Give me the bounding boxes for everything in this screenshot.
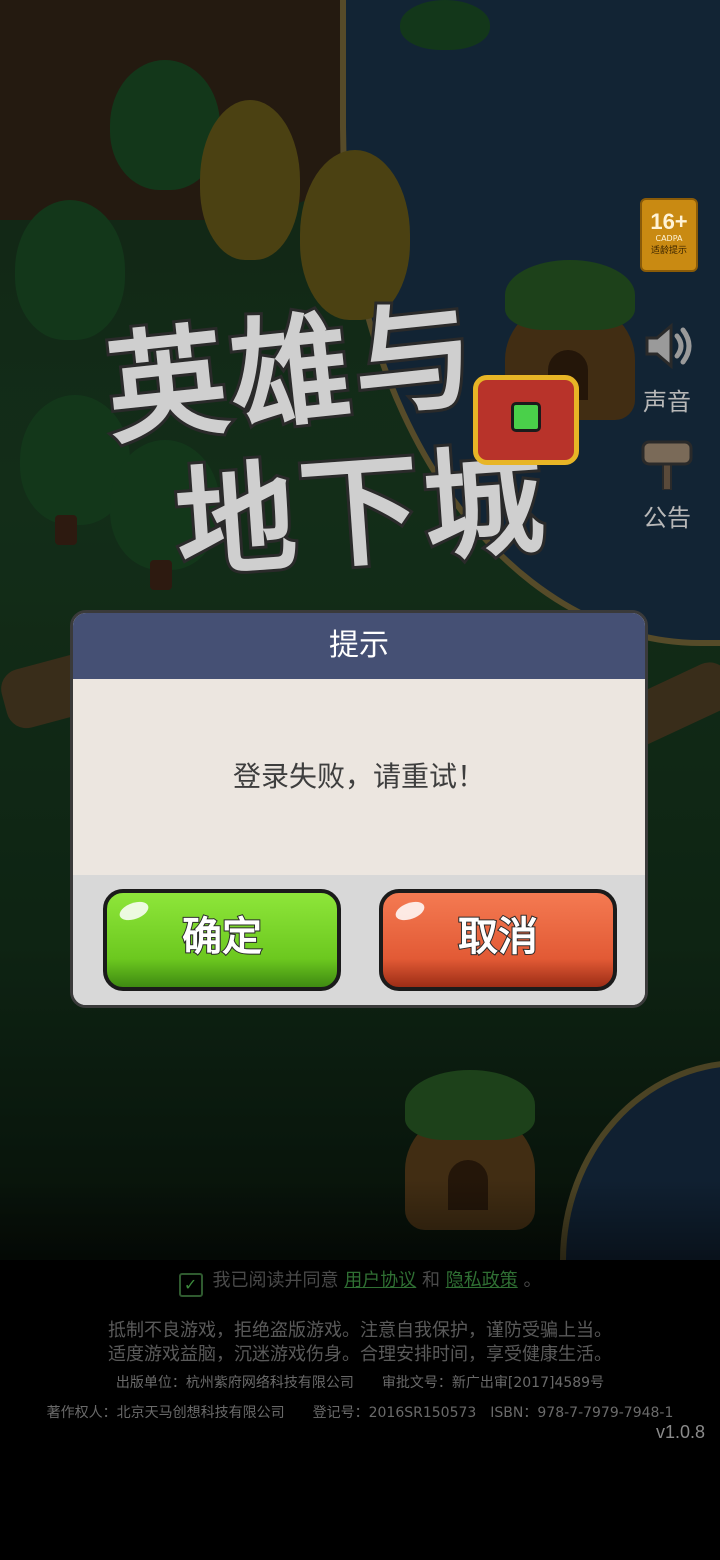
copyright-info: 著作权人：北京天马创想科技有限公司 登记号：2016SR150573 ISBN：… (46, 1405, 674, 1421)
dialog-message: 登录失败，请重试！ (73, 679, 645, 875)
dialog-title: 提示 (73, 613, 645, 679)
button-shine (117, 898, 151, 924)
version-label: v1.0.8 (655, 1422, 705, 1442)
agree-prefix: 我已阅读并同意 (212, 1270, 339, 1291)
signpost-icon (641, 440, 693, 491)
agreement-row: ✓ 我已阅读并同意 用户协议 和 隐私政策 。 (0, 1266, 720, 1297)
publisher-info: 出版单位：杭州紫府网络科技有限公司 审批文号：新广出审[2017]4589号 (115, 1375, 605, 1391)
sound-button[interactable]: 声音 (632, 318, 702, 417)
game-logo: 英雄与 地下城 (95, 255, 635, 599)
age-rating-tip: 适龄提示 (650, 246, 687, 256)
sound-label: 声音 (643, 388, 691, 416)
health-notice-line2: 适度游戏益脑，沉迷游戏伤身。合理安排时间，享受健康生活。 (108, 1344, 612, 1365)
confirm-button-label: 确定 (181, 913, 263, 961)
announcement-label: 公告 (643, 504, 691, 532)
confirm-button[interactable]: 确定 (103, 889, 341, 991)
speaker-icon (645, 322, 692, 370)
treasure-chest-icon (473, 375, 579, 465)
cancel-button[interactable]: 取消 (379, 889, 617, 991)
chest-lock (511, 402, 541, 432)
user-agreement-link[interactable]: 用户协议 (344, 1270, 416, 1291)
age-rating-badge[interactable]: 16+ CADPA 适龄提示 (640, 198, 698, 272)
announcement-button[interactable]: 公告 (632, 434, 702, 533)
privacy-policy-link[interactable]: 隐私政策 (446, 1270, 518, 1291)
button-shine (393, 898, 427, 924)
agree-suffix: 。 (523, 1270, 542, 1291)
age-rating-number: 16+ (650, 209, 688, 234)
cancel-button-label: 取消 (457, 913, 539, 961)
agree-and: 和 (422, 1270, 440, 1291)
dialog-actions: 确定 取消 (73, 875, 645, 1005)
alert-dialog: 提示 登录失败，请重试！ 确定 取消 (70, 610, 648, 1008)
age-rating-org: CADPA (655, 234, 683, 243)
agree-checkbox[interactable]: ✓ (178, 1273, 203, 1297)
health-notice-line1: 抵制不良游戏，拒绝盗版游戏。注意自我保护，谨防受骗上当。 (108, 1320, 612, 1341)
bottom-fade (0, 1180, 720, 1560)
